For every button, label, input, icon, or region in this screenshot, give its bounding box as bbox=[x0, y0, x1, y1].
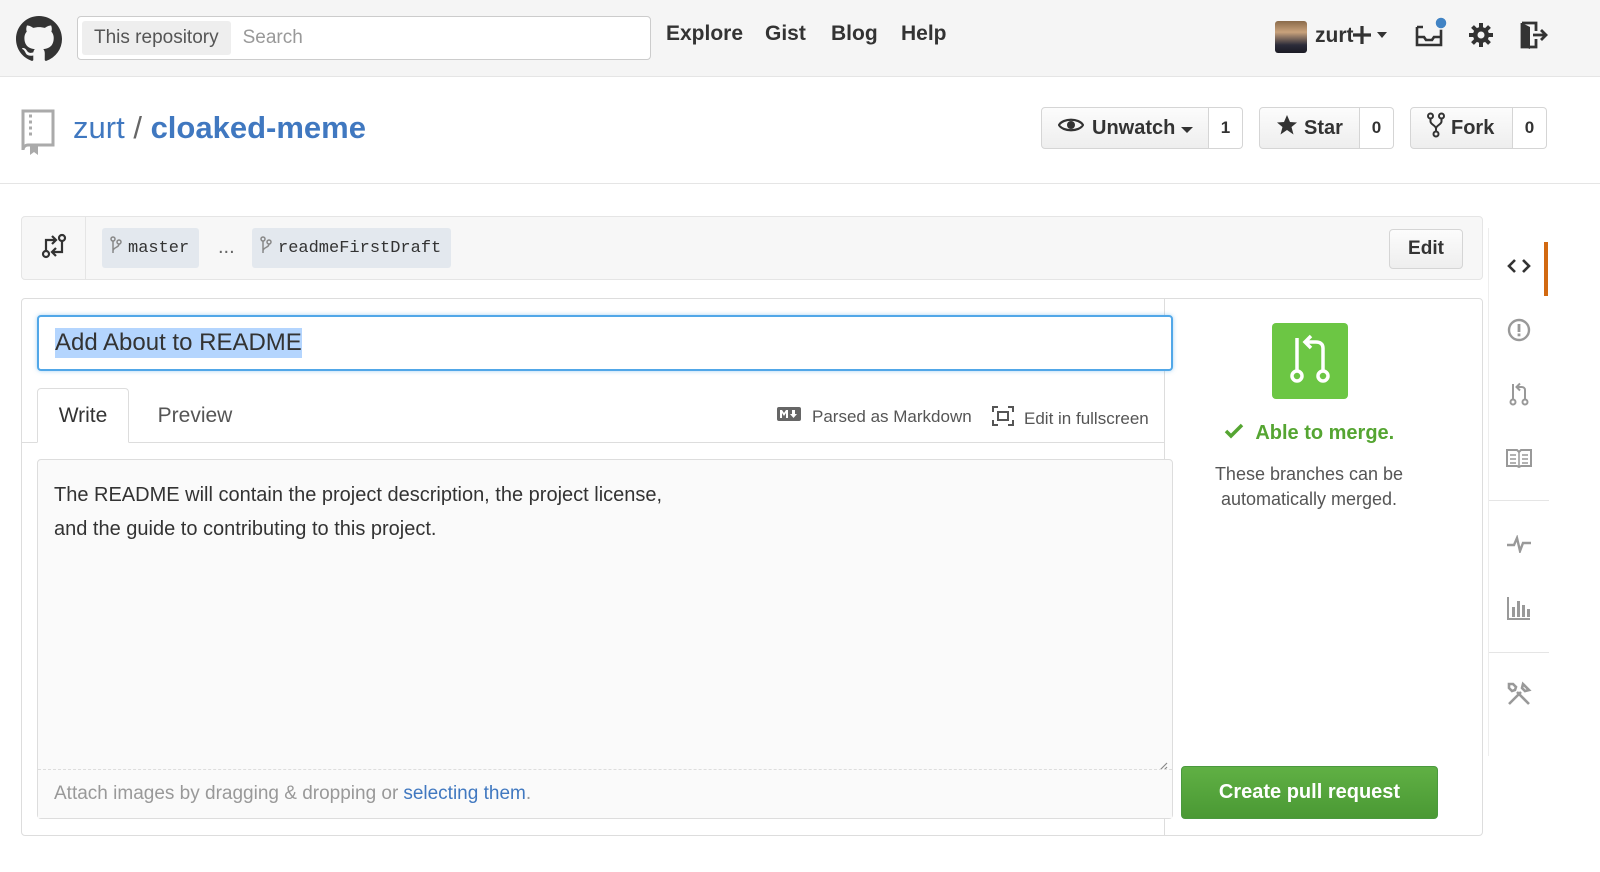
attach-text: Attach images by dragging & dropping or bbox=[54, 783, 399, 804]
fullscreen-label: Edit in fullscreen bbox=[1024, 408, 1149, 428]
head-branch-label: readmeFirstDraft bbox=[278, 238, 442, 258]
markdown-icon bbox=[776, 406, 802, 427]
pull-requests-icon bbox=[1508, 382, 1530, 411]
pr-body-textarea[interactable]: The README will contain the project desc… bbox=[54, 478, 1134, 758]
sidebar-item-code[interactable] bbox=[1489, 250, 1549, 286]
base-branch-selector[interactable]: master bbox=[102, 228, 200, 268]
gear-icon bbox=[1468, 22, 1494, 53]
forks-count[interactable]: 0 bbox=[1513, 107, 1547, 149]
fork-button[interactable]: Fork bbox=[1410, 107, 1513, 149]
pr-title-input[interactable]: Add About to README bbox=[37, 315, 1173, 371]
merge-status-badge bbox=[1272, 323, 1348, 399]
create-pull-request-button[interactable]: Create pull request bbox=[1181, 766, 1438, 819]
nav-gist[interactable]: Gist bbox=[765, 22, 806, 46]
create-new-button[interactable] bbox=[1352, 22, 1392, 52]
compare-bar: master ... readmeFirstDraft Edit bbox=[21, 216, 1483, 280]
pr-title-text: Add About to README bbox=[55, 328, 302, 358]
attach-images-bar: Attach images by dragging & dropping or … bbox=[38, 769, 1172, 818]
code-icon bbox=[1507, 258, 1531, 279]
merge-description: These branches can be automatically merg… bbox=[1214, 464, 1404, 509]
star-button[interactable]: Star bbox=[1259, 107, 1360, 149]
notifications-icon bbox=[1414, 15, 1448, 56]
sidebar-item-settings[interactable] bbox=[1489, 678, 1549, 714]
check-icon bbox=[1224, 422, 1250, 444]
head-branch-selector[interactable]: readmeFirstDraft bbox=[252, 228, 452, 268]
notifications-button[interactable] bbox=[1413, 15, 1449, 56]
unwatch-button[interactable]: Unwatch bbox=[1041, 107, 1209, 149]
nav-help[interactable]: Help bbox=[901, 22, 947, 46]
settings-icon bbox=[1506, 680, 1532, 712]
merge-status-label: Able to merge. bbox=[1255, 422, 1395, 444]
issues-icon bbox=[1507, 318, 1531, 347]
repo-icon bbox=[20, 108, 58, 161]
caret-down-icon bbox=[1181, 117, 1194, 140]
wiki-icon bbox=[1506, 448, 1532, 473]
resize-handle-icon[interactable] bbox=[1158, 756, 1168, 772]
tab-write[interactable]: Write bbox=[37, 388, 129, 443]
avatar[interactable] bbox=[1275, 21, 1307, 53]
sidebar-item-pulse[interactable] bbox=[1489, 528, 1549, 564]
branch-icon bbox=[110, 235, 122, 261]
sign-out-icon bbox=[1519, 20, 1549, 55]
compare-arrows-icon bbox=[41, 232, 67, 265]
pulse-icon bbox=[1506, 533, 1532, 558]
fork-label: Fork bbox=[1451, 116, 1495, 139]
markdown-note: Parsed as Markdown bbox=[812, 406, 972, 426]
search-input[interactable] bbox=[242, 27, 623, 49]
merge-status-text: Able to merge. bbox=[1166, 422, 1452, 445]
top-header: This repository Explore Gist Blog Help z… bbox=[0, 0, 1600, 77]
fullscreen-button[interactable]: Edit in fullscreen bbox=[992, 406, 1149, 431]
watchers-count[interactable]: 1 bbox=[1209, 107, 1243, 149]
nav-explore[interactable]: Explore bbox=[666, 22, 743, 46]
repo-title: zurt / cloaked-meme bbox=[73, 110, 366, 146]
base-branch-label: master bbox=[128, 238, 190, 258]
star-icon bbox=[1276, 114, 1298, 142]
sidebar-item-graphs[interactable] bbox=[1489, 592, 1549, 628]
repo-nav-sidebar bbox=[1488, 228, 1549, 756]
markdown-help-link[interactable]: Parsed as Markdown bbox=[776, 406, 972, 427]
repo-owner-link[interactable]: zurt bbox=[73, 110, 125, 145]
tab-preview[interactable]: Preview bbox=[140, 388, 250, 443]
pull-request-icon bbox=[1288, 334, 1332, 389]
star-label: Star bbox=[1304, 116, 1343, 139]
search-box: This repository bbox=[77, 16, 651, 60]
fullscreen-icon bbox=[992, 406, 1014, 431]
header-divider bbox=[0, 183, 1600, 184]
plus-icon bbox=[1352, 23, 1392, 52]
tab-divider bbox=[21, 442, 1164, 443]
graphs-icon bbox=[1506, 595, 1532, 626]
compare-ellipsis: ... bbox=[218, 236, 235, 258]
edit-compare-button[interactable]: Edit bbox=[1389, 229, 1463, 269]
eye-icon bbox=[1057, 116, 1085, 140]
attach-end: . bbox=[525, 783, 532, 804]
repo-separator: / bbox=[133, 110, 142, 145]
pr-body-container: The README will contain the project desc… bbox=[37, 459, 1173, 819]
stargazers-count[interactable]: 0 bbox=[1360, 107, 1394, 149]
nav-blog[interactable]: Blog bbox=[831, 22, 878, 46]
select-images-link[interactable]: selecting them bbox=[403, 783, 526, 805]
unwatch-label: Unwatch bbox=[1092, 116, 1176, 139]
username-link[interactable]: zurt bbox=[1315, 24, 1354, 48]
sidebar-item-issues[interactable] bbox=[1489, 314, 1549, 350]
repo-name-link[interactable]: cloaked-meme bbox=[151, 110, 366, 145]
sign-out-button[interactable] bbox=[1518, 20, 1550, 54]
sidebar-divider bbox=[1489, 500, 1549, 501]
sidebar-item-pull-requests[interactable] bbox=[1489, 378, 1549, 414]
settings-button[interactable] bbox=[1466, 22, 1496, 52]
github-logo-icon[interactable] bbox=[16, 16, 62, 62]
fork-icon bbox=[1427, 112, 1445, 144]
compare-icon-cell bbox=[22, 217, 86, 279]
branch-icon bbox=[260, 235, 272, 261]
sidebar-divider bbox=[1489, 652, 1549, 653]
search-scope-label: This repository bbox=[82, 21, 231, 55]
sidebar-item-wiki[interactable] bbox=[1489, 442, 1549, 478]
